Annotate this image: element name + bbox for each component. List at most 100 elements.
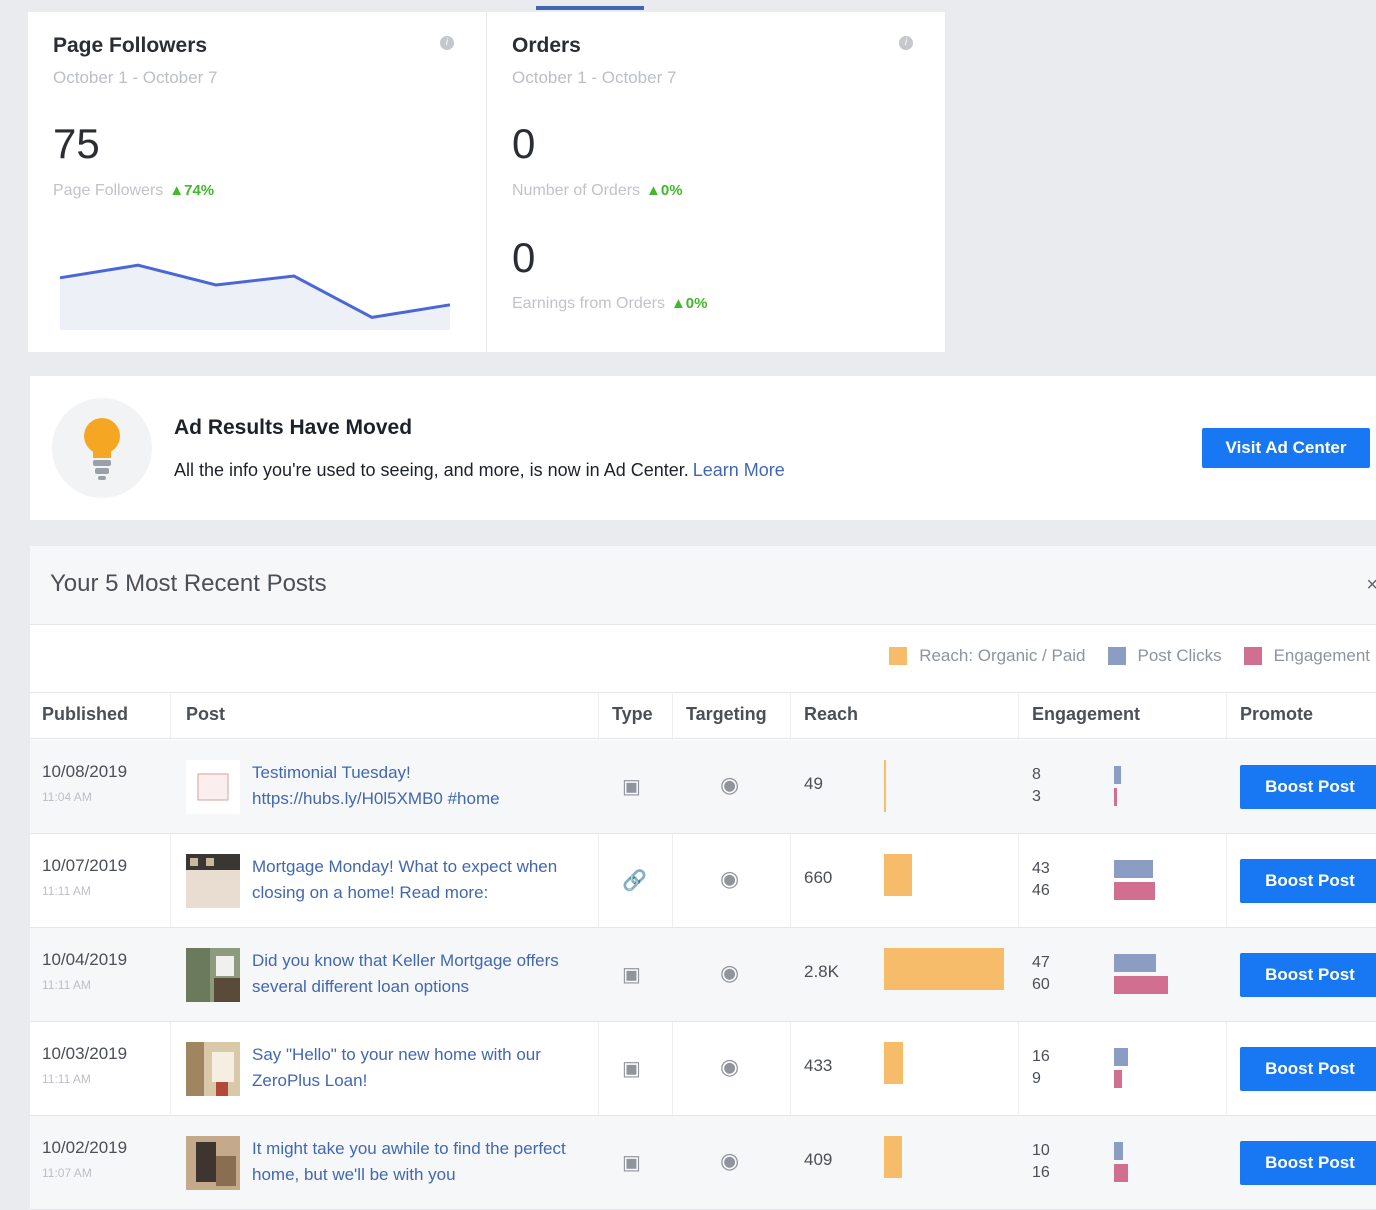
orders-change: ▲0% bbox=[646, 182, 683, 199]
legend-engagement-label: Engagement bbox=[1273, 646, 1370, 665]
orders-metric: Number of Orders ▲0% bbox=[512, 182, 683, 200]
photo-type-icon: ▣ bbox=[622, 1152, 641, 1174]
followers-change: ▲74% bbox=[169, 182, 215, 199]
legend-engagement: Engagement bbox=[1243, 646, 1370, 666]
header-divider bbox=[30, 738, 1376, 739]
boost-post-button[interactable]: Boost Post bbox=[1240, 1047, 1376, 1091]
reach-value: 660 bbox=[804, 868, 833, 887]
post-link[interactable]: Testimonial Tuesday! https://hubs.ly/H0l… bbox=[252, 760, 592, 812]
post-link[interactable]: Did you know that Keller Mortgage offers… bbox=[252, 948, 592, 1000]
earnings-metric: Earnings from Orders ▲0% bbox=[512, 295, 707, 313]
globe-icon: ◉ bbox=[720, 772, 740, 797]
orders-date-range: October 1 - October 7 bbox=[512, 68, 677, 87]
col-header-post[interactable]: Post bbox=[186, 704, 225, 725]
visit-ad-center-button[interactable]: Visit Ad Center bbox=[1202, 428, 1370, 468]
orders-label: Number of Orders bbox=[512, 182, 641, 199]
table-row[interactable]: 10/04/2019 11:11 AM Did you know that Ke… bbox=[30, 928, 1376, 1022]
clicks-swatch bbox=[1107, 647, 1126, 665]
post-thumbnail[interactable] bbox=[186, 760, 240, 814]
col-header-targeting[interactable]: Targeting bbox=[686, 704, 767, 725]
legend-reach-label: Reach: Organic / Paid bbox=[919, 646, 1086, 665]
followers-card-title: Page Followers bbox=[53, 34, 208, 57]
reach-bar bbox=[884, 854, 913, 896]
engagement-bar bbox=[1114, 882, 1156, 900]
legend-reach: Reach: Organic / Paid bbox=[889, 646, 1086, 666]
reach-swatch bbox=[889, 647, 908, 665]
photo-type-icon: ▣ bbox=[622, 1058, 641, 1080]
clicks-bar bbox=[1114, 954, 1157, 972]
earnings-change: ▲0% bbox=[670, 295, 708, 312]
clicks-bar bbox=[1114, 1142, 1123, 1160]
published-time: 11:11 AM bbox=[42, 978, 91, 992]
table-row[interactable]: 10/02/2019 11:07 AM It might take you aw… bbox=[30, 1116, 1376, 1210]
post-link[interactable]: Say "Hello" to your new home with our Ze… bbox=[252, 1042, 592, 1094]
globe-icon: ◉ bbox=[720, 960, 740, 985]
page-followers-card: Page Followers October 1 - October 7 i 7… bbox=[28, 12, 486, 352]
engagement-bar bbox=[1114, 976, 1168, 994]
boost-post-button[interactable]: Boost Post bbox=[1240, 859, 1376, 903]
post-link[interactable]: It might take you awhile to find the per… bbox=[252, 1136, 592, 1188]
orders-card-title: Orders bbox=[512, 34, 581, 57]
info-icon[interactable]: i bbox=[440, 36, 454, 50]
globe-icon: ◉ bbox=[720, 866, 740, 891]
posts-header: Your 5 Most Recent Posts × bbox=[30, 546, 1376, 625]
ad-results-banner: Ad Results Have Moved All the info you'r… bbox=[30, 376, 1376, 520]
learn-more-link[interactable]: Learn More bbox=[693, 460, 785, 480]
clicks-value: 8 bbox=[1032, 766, 1041, 783]
bulb-icon-container bbox=[52, 398, 152, 498]
reach-bar bbox=[884, 760, 887, 812]
legend-clicks-label: Post Clicks bbox=[1137, 646, 1222, 665]
engagement-value: 16 bbox=[1032, 1164, 1050, 1181]
col-header-published[interactable]: Published bbox=[42, 704, 128, 725]
clicks-bar bbox=[1114, 1048, 1129, 1066]
col-header-reach[interactable]: Reach bbox=[804, 704, 858, 725]
engagement-swatch bbox=[1243, 647, 1262, 665]
engagement-value: 46 bbox=[1032, 882, 1050, 899]
post-thumbnail[interactable] bbox=[186, 1042, 240, 1096]
clicks-bar bbox=[1114, 766, 1122, 784]
legend-clicks: Post Clicks bbox=[1107, 646, 1222, 666]
published-date: 10/04/2019 bbox=[42, 950, 128, 969]
close-icon[interactable]: × bbox=[1366, 574, 1376, 597]
boost-post-button[interactable]: Boost Post bbox=[1240, 1141, 1376, 1185]
reach-value: 433 bbox=[804, 1056, 833, 1075]
reach-value: 409 bbox=[804, 1150, 833, 1169]
clicks-value: 10 bbox=[1032, 1142, 1050, 1159]
table-row[interactable]: 10/08/2019 11:04 AM Testimonial Tuesday!… bbox=[30, 740, 1376, 834]
header-divider bbox=[30, 692, 1376, 693]
earnings-value: 0 bbox=[512, 234, 536, 281]
published-time: 11:07 AM bbox=[42, 1166, 92, 1180]
chart-legend: Reach: Organic / Paid Post Clicks Engage… bbox=[889, 644, 1376, 668]
table-row[interactable]: 10/07/2019 11:11 AM Mortgage Monday! Wha… bbox=[30, 834, 1376, 928]
table-row[interactable]: 10/03/2019 11:11 AM Say "Hello" to your … bbox=[30, 1022, 1376, 1116]
followers-sparkline bbox=[59, 263, 451, 330]
banner-text: All the info you're used to seeing, and … bbox=[174, 460, 689, 480]
photo-type-icon: ▣ bbox=[622, 964, 641, 986]
post-thumbnail[interactable] bbox=[186, 854, 240, 908]
banner-message: All the info you're used to seeing, and … bbox=[174, 460, 785, 481]
info-icon[interactable]: i bbox=[899, 36, 913, 50]
post-thumbnail[interactable] bbox=[186, 948, 240, 1002]
post-thumbnail[interactable] bbox=[186, 1136, 240, 1190]
engagement-value: 3 bbox=[1032, 788, 1041, 805]
boost-post-button[interactable]: Boost Post bbox=[1240, 953, 1376, 997]
engagement-bar bbox=[1114, 1164, 1129, 1182]
post-link[interactable]: Mortgage Monday! What to expect when clo… bbox=[252, 854, 592, 906]
col-header-type[interactable]: Type bbox=[612, 704, 653, 725]
engagement-bar bbox=[1114, 1070, 1123, 1088]
clicks-value: 16 bbox=[1032, 1048, 1050, 1065]
photo-type-icon: ▣ bbox=[622, 776, 641, 798]
engagement-values: 83 bbox=[1032, 764, 1041, 808]
clicks-bar bbox=[1114, 860, 1153, 878]
col-header-engagement[interactable]: Engagement bbox=[1032, 704, 1140, 725]
orders-card: Orders October 1 - October 7 i 0 Number … bbox=[487, 12, 945, 352]
engagement-values: 47 60 bbox=[1032, 952, 1050, 996]
boost-post-button[interactable]: Boost Post bbox=[1240, 765, 1376, 809]
published-date: 10/07/2019 bbox=[42, 856, 128, 875]
reach-value: 2.8K bbox=[804, 962, 839, 981]
active-tab-indicator bbox=[536, 6, 644, 10]
engagement-values: 43 46 bbox=[1032, 858, 1050, 902]
banner-title: Ad Results Have Moved bbox=[174, 416, 413, 439]
lightbulb-icon bbox=[84, 418, 120, 480]
link-type-icon: 🔗 bbox=[622, 870, 647, 892]
